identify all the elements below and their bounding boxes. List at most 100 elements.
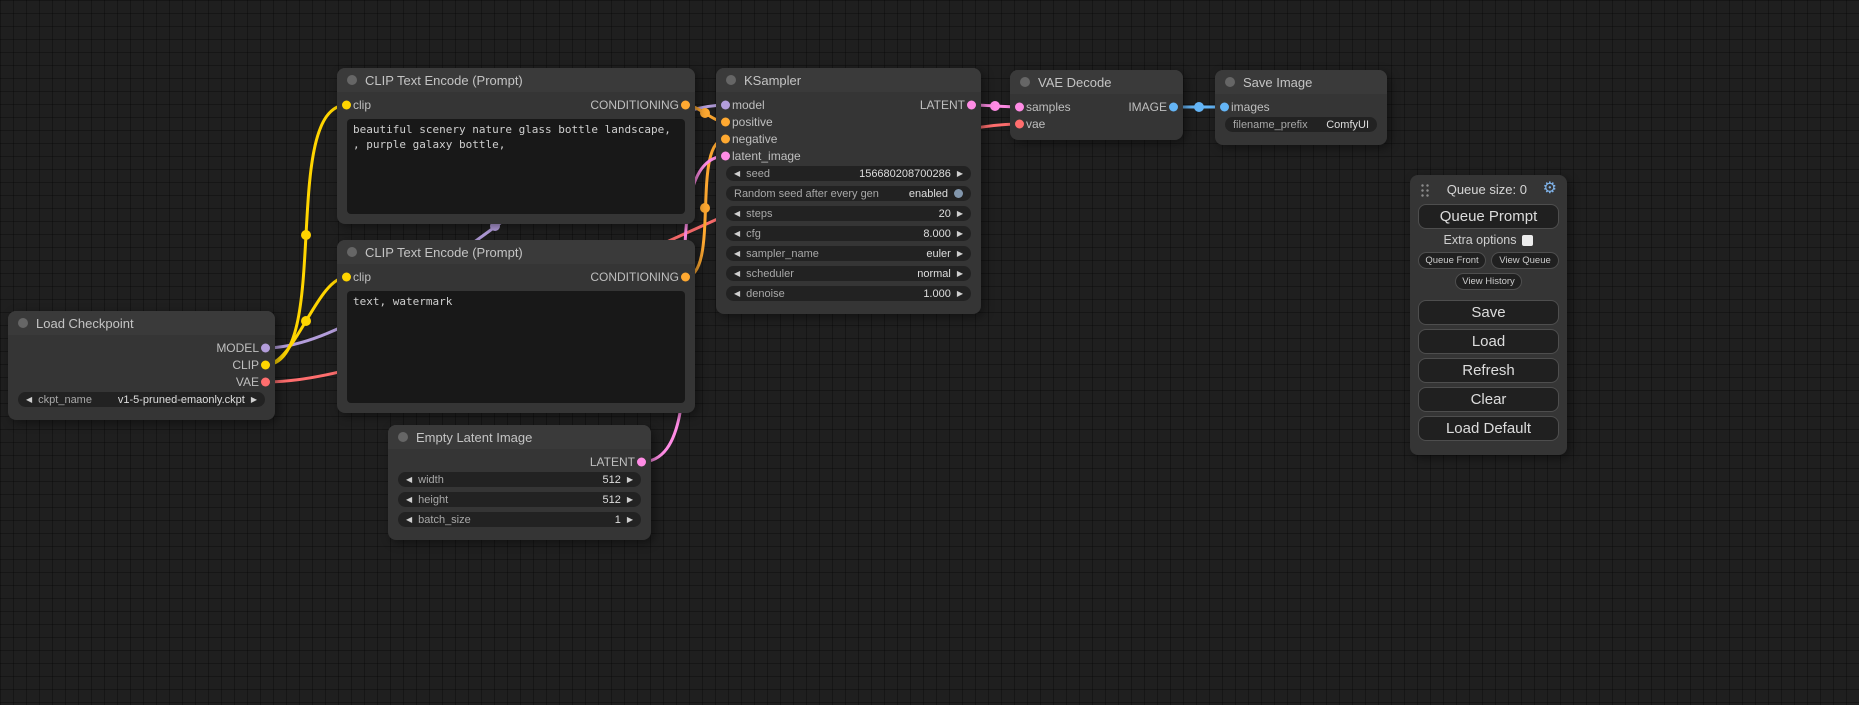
increment-arrow-icon[interactable]: ▶ [627, 476, 633, 484]
wire-dot-clip-positive [301, 230, 311, 240]
node-load-checkpoint[interactable]: Load Checkpoint MODEL CLIP VAE ◀ ckpt_na… [8, 311, 275, 420]
input-slot-negative[interactable] [721, 134, 730, 143]
collapse-dot[interactable] [1020, 77, 1030, 87]
collapse-dot[interactable] [347, 247, 357, 257]
collapse-dot[interactable] [1225, 77, 1235, 87]
widget-ckpt-name[interactable]: ◀ ckpt_name v1-5-pruned-emaonly.ckpt ▶ [18, 392, 265, 407]
widget-random-seed-toggle[interactable]: Random seed after every gen enabled [726, 186, 971, 201]
collapse-dot[interactable] [18, 318, 28, 328]
node-title-bar[interactable]: KSampler [716, 68, 981, 92]
node-clip-text-encode-positive[interactable]: CLIP Text Encode (Prompt) clip CONDITION… [337, 68, 695, 224]
input-slot-latent-image[interactable] [721, 151, 730, 160]
prompt-textarea[interactable]: text, watermark [347, 291, 685, 403]
collapse-dot[interactable] [398, 432, 408, 442]
increment-arrow-icon[interactable]: ▶ [957, 250, 963, 258]
decrement-arrow-icon[interactable]: ◀ [734, 210, 740, 218]
output-slot-conditioning[interactable] [681, 100, 690, 109]
load-button[interactable]: Load [1418, 329, 1559, 354]
widget-label: steps [746, 208, 772, 220]
view-queue-button[interactable]: View Queue [1491, 252, 1559, 269]
widget-height[interactable]: ◀ height 512 ▶ [398, 492, 641, 507]
drag-handle-icon[interactable] [1420, 182, 1431, 197]
output-slot-clip[interactable] [261, 360, 270, 369]
node-title-bar[interactable]: Empty Latent Image [388, 425, 651, 449]
output-slot-latent[interactable] [637, 457, 646, 466]
node-title-bar[interactable]: Save Image [1215, 70, 1387, 94]
graph-canvas[interactable]: Load Checkpoint MODEL CLIP VAE ◀ ckpt_na… [0, 0, 1859, 705]
widget-denoise[interactable]: ◀ denoise 1.000 ▶ [726, 286, 971, 301]
widget-scheduler[interactable]: ◀ scheduler normal ▶ [726, 266, 971, 281]
decrement-arrow-icon[interactable]: ◀ [734, 170, 740, 178]
node-save-image[interactable]: Save Image images filename_prefix ComfyU… [1215, 70, 1387, 145]
decrement-arrow-icon[interactable]: ◀ [734, 290, 740, 298]
prompt-textarea[interactable]: beautiful scenery nature glass bottle la… [347, 119, 685, 214]
output-label-model: MODEL [216, 341, 259, 355]
increment-arrow-icon[interactable]: ▶ [627, 516, 633, 524]
queue-prompt-button[interactable]: Queue Prompt [1418, 204, 1559, 229]
widget-seed[interactable]: ◀ seed 156680208700286 ▶ [726, 166, 971, 181]
output-slot-vae[interactable] [261, 377, 270, 386]
output-label-image: IMAGE [1128, 100, 1167, 114]
workflow-buttons: Save Load Refresh Clear Load Default [1418, 300, 1559, 441]
widget-label: width [418, 474, 444, 486]
widget-cfg[interactable]: ◀ cfg 8.000 ▶ [726, 226, 971, 241]
increment-arrow-icon[interactable]: ▶ [957, 170, 963, 178]
output-label-conditioning: CONDITIONING [590, 98, 679, 112]
queue-small-buttons: Queue Front View Queue [1418, 252, 1559, 269]
output-slot-image[interactable] [1169, 102, 1178, 111]
node-title-bar[interactable]: CLIP Text Encode (Prompt) [337, 240, 695, 264]
input-slot-model[interactable] [721, 100, 730, 109]
collapse-dot[interactable] [347, 75, 357, 85]
output-slot-latent[interactable] [967, 100, 976, 109]
decrement-arrow-icon[interactable]: ◀ [406, 496, 412, 504]
load-default-button[interactable]: Load Default [1418, 416, 1559, 441]
increment-arrow-icon[interactable]: ▶ [957, 270, 963, 278]
widget-label: Random seed after every gen [734, 188, 879, 200]
widget-sampler-name[interactable]: ◀ sampler_name euler ▶ [726, 246, 971, 261]
clear-button[interactable]: Clear [1418, 387, 1559, 412]
view-history-button[interactable]: View History [1455, 273, 1522, 290]
node-title-bar[interactable]: CLIP Text Encode (Prompt) [337, 68, 695, 92]
refresh-button[interactable]: Refresh [1418, 358, 1559, 383]
output-label-latent: LATENT [920, 98, 965, 112]
input-slot-images[interactable] [1220, 102, 1229, 111]
toggle-dot[interactable] [954, 189, 963, 198]
decrement-arrow-icon[interactable]: ◀ [734, 250, 740, 258]
output-slot-conditioning[interactable] [681, 272, 690, 281]
node-title-bar[interactable]: VAE Decode [1010, 70, 1183, 94]
increment-arrow-icon[interactable]: ▶ [957, 210, 963, 218]
node-vae-decode[interactable]: VAE Decode samples IMAGE vae [1010, 70, 1183, 140]
increment-arrow-icon[interactable]: ▶ [627, 496, 633, 504]
input-slot-vae[interactable] [1015, 119, 1024, 128]
input-slot-samples[interactable] [1015, 102, 1024, 111]
settings-gear-icon[interactable]: ⚙ [1543, 181, 1557, 197]
decrement-arrow-icon[interactable]: ◀ [734, 270, 740, 278]
widget-value: enabled [909, 188, 948, 200]
increment-arrow-icon[interactable]: ▶ [251, 396, 257, 404]
extra-options-checkbox[interactable] [1522, 235, 1533, 246]
node-clip-text-encode-negative[interactable]: CLIP Text Encode (Prompt) clip CONDITION… [337, 240, 695, 413]
increment-arrow-icon[interactable]: ▶ [957, 230, 963, 238]
decrement-arrow-icon[interactable]: ◀ [406, 516, 412, 524]
input-slot-clip[interactable] [342, 272, 351, 281]
decrement-arrow-icon[interactable]: ◀ [406, 476, 412, 484]
node-empty-latent-image[interactable]: Empty Latent Image LATENT ◀ width 512 ▶ … [388, 425, 651, 540]
widget-width[interactable]: ◀ width 512 ▶ [398, 472, 641, 487]
queue-front-button[interactable]: Queue Front [1418, 252, 1486, 269]
widget-filename-prefix[interactable]: filename_prefix ComfyUI [1225, 117, 1377, 132]
input-slot-clip[interactable] [342, 100, 351, 109]
save-button[interactable]: Save [1418, 300, 1559, 325]
node-ksampler[interactable]: KSampler model LATENT positive negative … [716, 68, 981, 314]
node-title-bar[interactable]: Load Checkpoint [8, 311, 275, 335]
widget-label: sampler_name [746, 248, 819, 260]
widget-batch-size[interactable]: ◀ batch_size 1 ▶ [398, 512, 641, 527]
output-slot-model[interactable] [261, 343, 270, 352]
extra-options-row: Extra options [1418, 233, 1559, 247]
collapse-dot[interactable] [726, 75, 736, 85]
increment-arrow-icon[interactable]: ▶ [957, 290, 963, 298]
decrement-arrow-icon[interactable]: ◀ [734, 230, 740, 238]
view-history-row: View History [1418, 273, 1559, 290]
decrement-arrow-icon[interactable]: ◀ [26, 396, 32, 404]
widget-steps[interactable]: ◀ steps 20 ▶ [726, 206, 971, 221]
input-slot-positive[interactable] [721, 117, 730, 126]
